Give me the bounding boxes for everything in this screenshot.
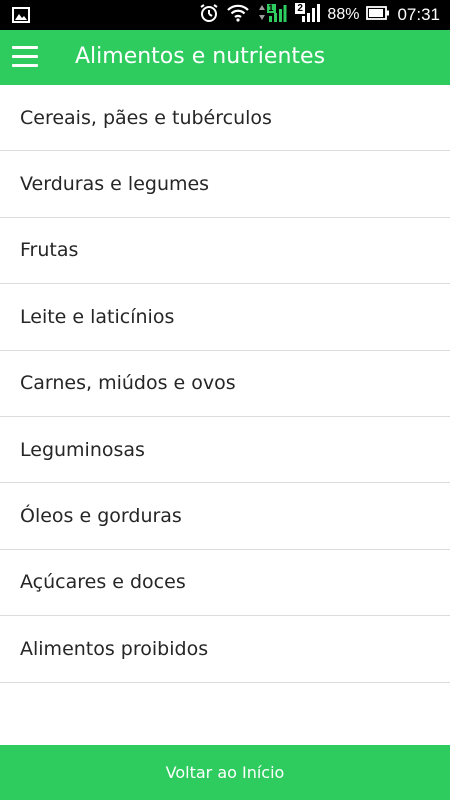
menu-icon[interactable]: [12, 46, 38, 68]
list-item[interactable]: Frutas: [0, 218, 450, 285]
list-item[interactable]: Alimentos proibidos: [0, 616, 450, 683]
category-list: Cereais, pães e tubérculos Verduras e le…: [0, 85, 450, 683]
image-icon: [12, 7, 30, 28]
list-item-label: Carnes, miúdos e ovos: [20, 372, 236, 395]
clock: 07:31: [397, 5, 440, 24]
signal-icon: 1: [257, 2, 287, 29]
list-item[interactable]: Leguminosas: [0, 417, 450, 484]
list-item[interactable]: Óleos e gorduras: [0, 483, 450, 550]
page-title: Alimentos e nutrientes: [75, 44, 326, 69]
back-home-button-label: Voltar ao Início: [165, 763, 285, 782]
sim2-badge: 2: [297, 2, 303, 14]
list-item[interactable]: Açúcares e doces: [0, 550, 450, 617]
list-item[interactable]: Verduras e legumes: [0, 151, 450, 218]
list-item-label: Alimentos proibidos: [20, 637, 209, 660]
battery-icon: [366, 5, 390, 26]
battery-percent: 88%: [327, 6, 360, 23]
list-item-label: Cereais, pães e tubérculos: [20, 106, 272, 129]
back-home-button[interactable]: Voltar ao Início: [0, 745, 450, 800]
list-item-label: Frutas: [20, 239, 79, 262]
list-item-label: Leguminosas: [20, 438, 145, 461]
list-item-label: Verduras e legumes: [20, 173, 210, 196]
list-item-label: Óleos e gorduras: [20, 505, 182, 528]
list-item[interactable]: Carnes, miúdos e ovos: [0, 351, 450, 417]
wifi-icon: [226, 3, 250, 28]
signal-icon: 2: [294, 2, 321, 29]
list-item[interactable]: Leite e laticínios: [0, 284, 450, 351]
app-bar: Alimentos e nutrientes: [0, 30, 450, 85]
sim1-badge: 1: [268, 2, 274, 13]
alarm-icon: [199, 3, 219, 28]
list-item-label: Leite e laticínios: [20, 305, 175, 328]
status-bar: 1 2 88% 07:31: [0, 0, 450, 30]
list-item[interactable]: Cereais, pães e tubérculos: [0, 85, 450, 152]
list-item-label: Açúcares e doces: [20, 571, 186, 594]
